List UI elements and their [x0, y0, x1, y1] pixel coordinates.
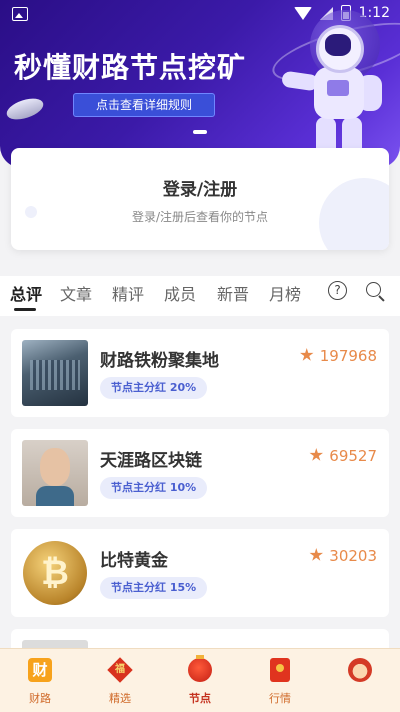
rules-button[interactable]: 点击查看详细规则 [73, 93, 215, 117]
node-name: 财路铁粉聚集地 [100, 351, 219, 371]
node-score: 197968 [300, 347, 377, 365]
active-tab-underline [14, 308, 36, 311]
hongbao-icon [270, 658, 290, 682]
list-item[interactable]: 天涯路区块链 节点主分红 10% 69527 [11, 429, 389, 517]
bottom-nav: 财 财路 福 精选 节点 行情 [0, 648, 400, 712]
city-icon [22, 340, 88, 406]
fu-icon: 福 [107, 657, 133, 683]
search-icon[interactable] [366, 282, 381, 297]
banner-title: 秒懂财路节点挖矿 [14, 51, 247, 84]
image-notification-icon [12, 7, 28, 21]
tab-articles[interactable]: 文章 [60, 281, 92, 305]
nav-item-featured[interactable]: 福 精选 [80, 649, 160, 712]
login-card[interactable]: 登录/注册 登录/注册后查看你的节点 [11, 148, 389, 250]
avatar [22, 640, 88, 648]
dividend-badge: 节点主分红 20% [100, 377, 208, 399]
nav-item-profile[interactable] [320, 649, 400, 712]
ufo-icon [4, 94, 46, 124]
help-icon[interactable]: ? [328, 281, 347, 300]
nav-item-cailu[interactable]: 财 财路 [0, 649, 80, 712]
tab-newcomers[interactable]: 新晋 [217, 281, 249, 305]
node-name: 比特黄金 [100, 551, 168, 571]
dividend-badge: 节点主分红 15% [100, 577, 208, 599]
star-icon [309, 548, 324, 561]
carousel-indicator [193, 130, 207, 134]
star-icon [309, 448, 324, 461]
banner[interactable]: 1:12 秒懂财路节点挖矿 点击查看详细规则 [0, 0, 400, 168]
node-name: 天涯路区块链 [100, 451, 202, 471]
node-score: 69527 [309, 447, 377, 465]
category-tabs: 总评 文章 精评 成员 新晋 月榜 ? [0, 276, 400, 316]
nav-item-nodes[interactable]: 节点 [160, 649, 240, 712]
fortune-god-icon [348, 658, 372, 682]
nav-label: 财路 [29, 692, 51, 705]
nav-item-market[interactable]: 行情 [240, 649, 320, 712]
list-item[interactable]: 比特黄金 节点主分红 15% 30203 [11, 529, 389, 617]
star-icon [300, 348, 314, 361]
bitcoin-icon [22, 540, 88, 606]
wifi-icon [293, 6, 312, 20]
lantern-icon [188, 655, 212, 682]
list-item[interactable]: 财路铁粉聚集地 节点主分红 20% 197968 [11, 329, 389, 417]
list-item[interactable] [11, 629, 389, 648]
avatar [22, 440, 88, 506]
nav-label: 精选 [109, 692, 131, 705]
node-list: 财路铁粉聚集地 节点主分红 20% 197968 天涯路区块链 节点主分红 10… [0, 318, 400, 648]
tab-members[interactable]: 成员 [164, 281, 196, 305]
node-score: 30203 [309, 547, 377, 565]
cai-icon: 财 [28, 658, 52, 682]
login-title[interactable]: 登录/注册 [11, 175, 389, 200]
tab-overall[interactable]: 总评 [10, 281, 42, 305]
tab-featured-reviews[interactable]: 精评 [112, 281, 144, 305]
dividend-badge: 节点主分红 10% [100, 477, 208, 499]
login-subtitle: 登录/注册后查看你的节点 [131, 210, 269, 224]
tab-monthly[interactable]: 月榜 [269, 281, 301, 305]
nav-label: 节点 [189, 692, 211, 705]
nav-label: 行情 [269, 692, 291, 705]
astronaut-illustration [276, 25, 386, 165]
